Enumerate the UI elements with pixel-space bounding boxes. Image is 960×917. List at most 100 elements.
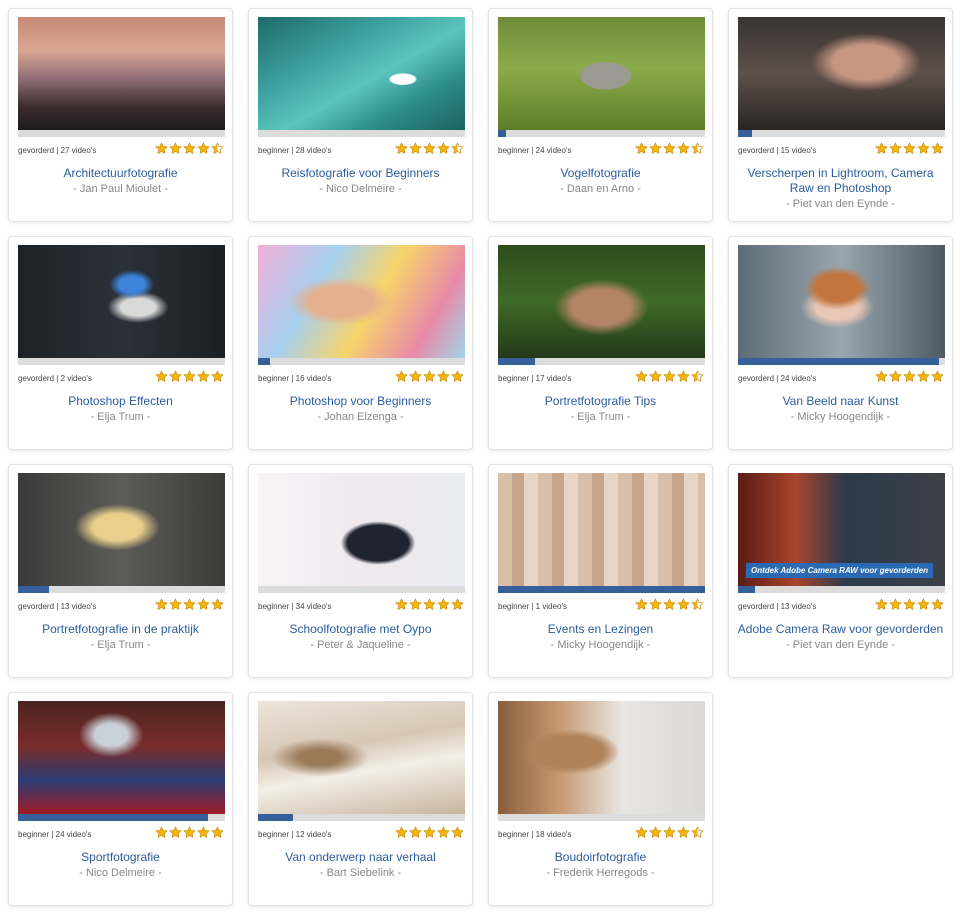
progress-bar (738, 130, 945, 137)
course-title[interactable]: Portretfotografie in de praktijk (42, 622, 199, 636)
progress-fill (738, 130, 753, 137)
course-thumbnail[interactable] (258, 17, 465, 130)
course-card[interactable]: beginner | 18 video's Boudoirfotografie - … (488, 692, 713, 906)
star-icon (889, 370, 902, 383)
course-thumbnail[interactable] (258, 701, 465, 814)
star-icon (169, 142, 182, 155)
course-meta: gevorderd | 24 video's (738, 374, 817, 383)
video-count: 1 video's (535, 602, 567, 611)
course-level: beginner (498, 146, 530, 155)
video-count: 12 video's (295, 830, 332, 839)
video-count: 24 video's (780, 374, 817, 383)
star-rating (395, 142, 464, 155)
course-thumbnail[interactable] (18, 17, 225, 130)
course-thumbnail[interactable] (18, 473, 225, 586)
course-card[interactable]: Ontdek Adobe Camera RAW voor gevorderden… (728, 464, 953, 678)
course-author: - Jan Paul Mioulet - (73, 183, 168, 195)
course-card[interactable]: beginner | 24 video's Vogelfotografie - Da… (488, 8, 713, 222)
course-author: - Elja Trum - (90, 639, 151, 651)
course-title-block: Boudoirfotografie - Frederik Herregods - (495, 850, 706, 880)
course-thumbnail[interactable]: Ontdek Adobe Camera RAW voor gevorderden (738, 473, 945, 586)
blonde-woman-portrait-image (18, 473, 225, 586)
video-count: 15 video's (780, 146, 817, 155)
course-title[interactable]: Verscherpen in Lightroom, Camera Raw en … (747, 166, 933, 195)
modern-office-building-at-sunset-image (18, 17, 225, 130)
course-title[interactable]: Boudoirfotografie (555, 850, 646, 864)
course-card[interactable]: beginner | 34 video's Schoolfotografie me… (248, 464, 473, 678)
star-icon (649, 142, 662, 155)
star-icon (197, 370, 210, 383)
course-card[interactable]: gevorderd | 15 video's Verscherpen in Lig… (728, 8, 953, 222)
course-title[interactable]: Van Beeld naar Kunst (783, 394, 899, 408)
course-thumbnail[interactable] (18, 245, 225, 358)
course-title[interactable]: Van onderwerp naar verhaal (285, 850, 436, 864)
star-rating (395, 826, 464, 839)
course-title[interactable]: Reisfotografie voor Beginners (281, 166, 439, 180)
course-card[interactable]: beginner | 16 video's Photoshop voor Begi… (248, 236, 473, 450)
course-thumbnail[interactable] (498, 473, 705, 586)
course-title[interactable]: Adobe Camera Raw voor gevorderden (738, 622, 943, 636)
star-rating (395, 598, 464, 611)
star-icon (903, 370, 916, 383)
star-rating (155, 142, 224, 155)
course-title[interactable]: Portretfotografie Tips (545, 394, 656, 408)
course-card[interactable]: gevorderd | 13 video's Portretfotografie … (8, 464, 233, 678)
star-icon (395, 370, 408, 383)
star-icon (437, 370, 450, 383)
progress-fill (498, 586, 705, 593)
course-thumbnail[interactable] (498, 701, 705, 814)
course-card[interactable]: gevorderd | 27 video's Architectuurfotogr… (8, 8, 233, 222)
video-count: 24 video's (55, 830, 92, 839)
course-title-block: Van onderwerp naar verhaal - Bart Siebeli… (255, 850, 466, 880)
star-icon (875, 598, 888, 611)
video-count: 27 video's (60, 146, 97, 155)
course-thumbnail[interactable] (738, 17, 945, 130)
star-half-icon (691, 826, 704, 839)
progress-fill (738, 358, 939, 365)
star-icon (155, 142, 168, 155)
red-haired-woman-with-ice-image (738, 245, 945, 358)
star-rating (395, 370, 464, 383)
freckled-woman-portrait-image (498, 245, 705, 358)
course-title-block: Architectuurfotografie - Jan Paul Mioulet… (15, 166, 226, 196)
course-level: beginner (498, 374, 530, 383)
course-title[interactable]: Events en Lezingen (548, 622, 653, 636)
course-author: - Micky Hoogendijk - (790, 411, 891, 423)
course-title-block: Portretfotografie Tips - Elja Trum - (495, 394, 706, 424)
course-level: gevorderd (18, 146, 55, 155)
star-rating (875, 598, 944, 611)
course-thumbnail[interactable] (18, 701, 225, 814)
star-icon (677, 370, 690, 383)
course-title[interactable]: Photoshop voor Beginners (290, 394, 431, 408)
star-icon (183, 826, 196, 839)
course-title-block: Reisfotografie voor Beginners - Nico Delm… (255, 166, 466, 196)
course-title[interactable]: Photoshop Effecten (68, 394, 173, 408)
star-icon (183, 598, 196, 611)
course-thumbnail[interactable] (498, 17, 705, 130)
star-icon (395, 826, 408, 839)
star-icon (917, 142, 930, 155)
course-card[interactable]: beginner | 28 video's Reisfotografie voor… (248, 8, 473, 222)
progress-bar (18, 586, 225, 593)
star-icon (197, 598, 210, 611)
course-title[interactable]: Architectuurfotografie (63, 166, 177, 180)
course-thumbnail[interactable] (738, 245, 945, 358)
course-title[interactable]: Vogelfotografie (560, 166, 640, 180)
course-card[interactable]: gevorderd | 2 video's Photoshop Effecten -… (8, 236, 233, 450)
progress-fill (498, 130, 507, 137)
star-icon (649, 370, 662, 383)
video-count: 34 video's (295, 602, 332, 611)
course-card[interactable]: beginner | 1 video's Events en Lezingen - … (488, 464, 713, 678)
star-icon (409, 142, 422, 155)
course-level: gevorderd (18, 602, 55, 611)
course-thumbnail[interactable] (258, 245, 465, 358)
course-card[interactable]: beginner | 12 video's Van onderwerp naar … (248, 692, 473, 906)
course-thumbnail[interactable] (258, 473, 465, 586)
course-card[interactable]: beginner | 24 video's Sportfotografie - Ni… (8, 692, 233, 906)
progress-bar (738, 358, 945, 365)
course-card[interactable]: beginner | 17 video's Portretfotografie T… (488, 236, 713, 450)
course-card[interactable]: gevorderd | 24 video's Van Beeld naar Kun… (728, 236, 953, 450)
course-title[interactable]: Sportfotografie (81, 850, 160, 864)
course-thumbnail[interactable] (498, 245, 705, 358)
course-title[interactable]: Schoolfotografie met Oypo (289, 622, 431, 636)
